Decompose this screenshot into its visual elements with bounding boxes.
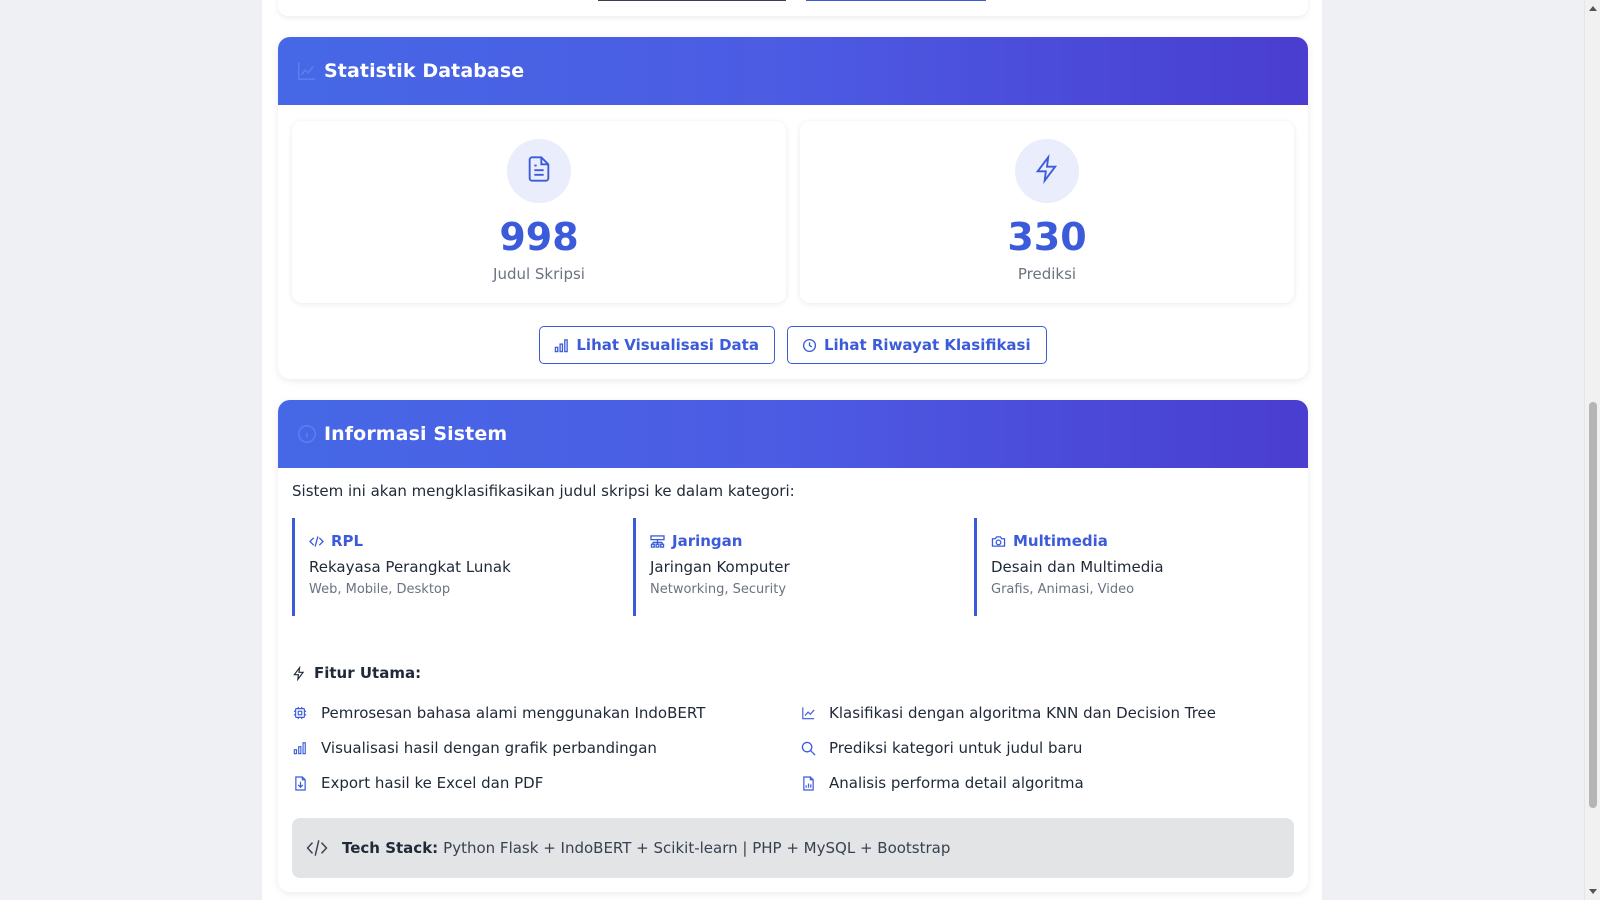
category-name: Jaringan Komputer <box>650 558 790 576</box>
line-chart-icon <box>800 706 816 720</box>
history-icon <box>802 338 817 353</box>
category-name: Rekayasa Perangkat Lunak <box>309 558 511 576</box>
stat-box-judul: 998 Judul Skripsi <box>292 121 786 303</box>
stat-icon-circle <box>1015 139 1079 203</box>
file-export-icon <box>292 775 308 791</box>
camera-icon <box>991 535 1006 548</box>
scrollbar-thumb[interactable] <box>1589 402 1597 808</box>
vertical-scrollbar[interactable] <box>1584 0 1600 900</box>
category-examples: Networking, Security <box>650 582 787 597</box>
button-label: Lihat Riwayat Klasifikasi <box>823 336 1031 354</box>
stats-card-header: Statistik Database <box>278 37 1308 105</box>
info-card: Informasi Sistem Sistem ini akan mengkla… <box>278 400 1308 892</box>
stat-value: 998 <box>499 215 579 259</box>
features-heading: Fitur Utama: <box>292 664 421 682</box>
bar-chart-icon <box>292 741 308 755</box>
category-code: RPL <box>331 532 364 550</box>
info-title: Informasi Sistem <box>324 423 508 445</box>
feature-text: Klasifikasi dengan algoritma KNN dan Dec… <box>829 704 1216 722</box>
category-code: Multimedia <box>1013 532 1108 550</box>
tech-stack-box: Tech Stack: Python Flask + IndoBERT + Sc… <box>292 818 1294 878</box>
info-card-header: Informasi Sistem <box>278 400 1308 468</box>
stat-label: Prediksi <box>1017 265 1077 283</box>
feature-text: Export hasil ke Excel dan PDF <box>321 774 544 792</box>
stats-button-row: Lihat Visualisasi Data Lihat Riwayat Kla… <box>278 326 1308 364</box>
stat-icon-circle <box>507 139 571 203</box>
network-icon <box>650 534 665 548</box>
stats-title: Statistik Database <box>324 60 525 82</box>
feature-item: Analisis performa detail algoritma <box>800 774 1084 792</box>
category-title: RPL <box>309 532 612 550</box>
category-multimedia: Multimedia Desain dan Multimedia Grafis,… <box>974 518 1294 616</box>
lightning-icon <box>292 665 306 681</box>
file-chart-icon <box>800 775 816 791</box>
feature-text: Pemrosesan bahasa alami menggunakan Indo… <box>321 704 706 722</box>
category-name: Desain dan Multimedia <box>991 558 1164 576</box>
feature-item: Pemrosesan bahasa alami menggunakan Indo… <box>292 704 705 722</box>
scroll-down-arrow-icon[interactable] <box>1589 889 1597 894</box>
tech-stack-label: Tech Stack: <box>342 839 439 857</box>
search-icon <box>800 741 816 756</box>
feature-text: Prediksi kategori untuk judul baru <box>829 739 1083 757</box>
category-rpl: RPL Rekayasa Perangkat Lunak Web, Mobile… <box>292 518 612 616</box>
category-jaringan: Jaringan Jaringan Komputer Networking, S… <box>633 518 953 616</box>
stat-value: 330 <box>1007 215 1087 259</box>
feature-text: Visualisasi hasil dengan grafik perbandi… <box>321 739 657 757</box>
stats-card: Statistik Database 998 Judul Skripsi 330… <box>278 37 1308 379</box>
code-icon <box>306 839 328 857</box>
info-intro: Sistem ini akan mengklasifikasikan judul… <box>292 482 795 500</box>
category-examples: Grafis, Animasi, Video <box>991 582 1135 597</box>
previous-button-edge-primary[interactable] <box>806 0 986 1</box>
cpu-icon <box>292 706 308 720</box>
lihat-riwayat-button[interactable]: Lihat Riwayat Klasifikasi <box>786 326 1047 364</box>
button-label: Lihat Visualisasi Data <box>576 336 759 354</box>
previous-button-edge[interactable] <box>598 0 786 1</box>
previous-card <box>278 0 1308 16</box>
feature-text: Analisis performa detail algoritma <box>829 774 1084 792</box>
stat-label: Judul Skripsi <box>493 265 585 283</box>
tech-stack-value: Python Flask + IndoBERT + Scikit-learn |… <box>443 839 951 857</box>
category-code: Jaringan <box>672 532 743 550</box>
feature-item: Export hasil ke Excel dan PDF <box>292 774 543 792</box>
scroll-up-arrow-icon[interactable] <box>1589 6 1597 11</box>
line-chart-icon <box>294 58 320 84</box>
info-icon <box>294 421 320 447</box>
feature-item: Visualisasi hasil dengan grafik perbandi… <box>292 739 657 757</box>
category-title: Jaringan <box>650 532 953 550</box>
bar-chart-icon <box>554 338 569 353</box>
category-examples: Web, Mobile, Desktop <box>309 582 451 597</box>
feature-item: Klasifikasi dengan algoritma KNN dan Dec… <box>800 704 1216 722</box>
lightning-icon <box>1033 153 1061 188</box>
feature-item: Prediksi kategori untuk judul baru <box>800 739 1082 757</box>
lihat-visualisasi-button[interactable]: Lihat Visualisasi Data <box>539 326 775 364</box>
code-icon <box>309 535 324 548</box>
category-title: Multimedia <box>991 532 1294 550</box>
features-title: Fitur Utama: <box>314 664 422 682</box>
stat-box-prediksi: 330 Prediksi <box>800 121 1294 303</box>
document-icon <box>525 154 553 188</box>
